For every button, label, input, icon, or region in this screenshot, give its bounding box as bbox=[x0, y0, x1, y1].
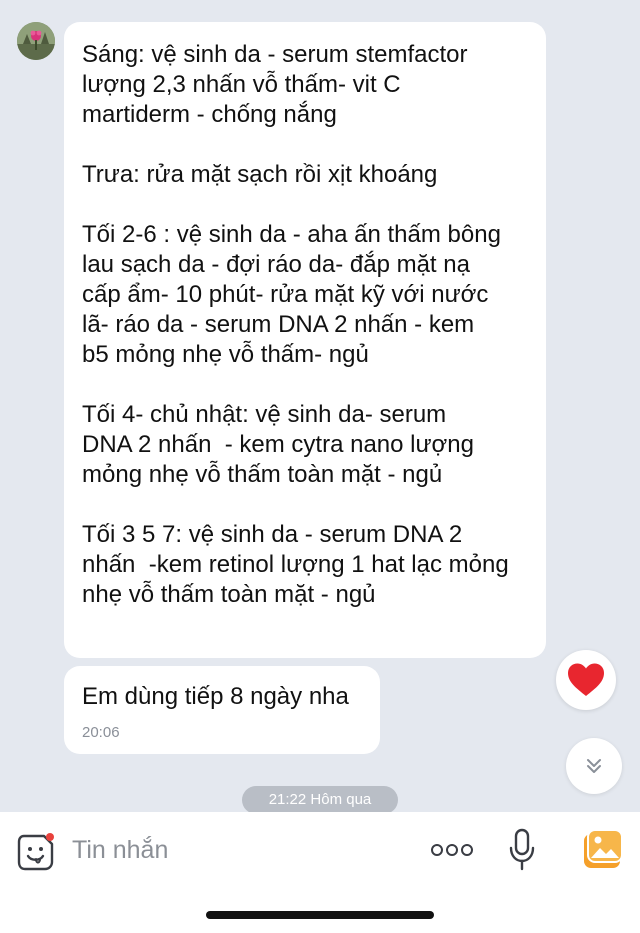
image-button[interactable] bbox=[582, 828, 624, 872]
heart-icon bbox=[568, 663, 604, 696]
more-button[interactable] bbox=[430, 838, 474, 862]
chevron-double-down-icon bbox=[587, 759, 601, 773]
message-bubble[interactable]: Sáng: vệ sinh da - serum stemfactor lượn… bbox=[64, 22, 546, 658]
message-paragraph: Sáng: vệ sinh da - serum stemfactor lượn… bbox=[82, 41, 468, 128]
mic-icon bbox=[509, 828, 535, 871]
message-paragraph: Trưa: rửa mặt sạch rồi xịt khoáng bbox=[82, 161, 438, 188]
avatar-image bbox=[17, 22, 55, 60]
message-paragraph: Tối 4- chủ nhật: vệ sinh da- serum DNA 2… bbox=[82, 401, 474, 488]
message-bubble[interactable]: Em dùng tiếp 8 ngày nha 20:06 bbox=[64, 666, 380, 754]
reaction-button[interactable] bbox=[556, 650, 616, 710]
message-paragraph: Tối 3 5 7: vệ sinh da - serum DNA 2 nhấn… bbox=[82, 521, 509, 608]
chat-area: Sáng: vệ sinh da - serum stemfactor lượn… bbox=[0, 0, 640, 814]
home-indicator bbox=[206, 911, 434, 919]
date-divider: 21:22 Hôm qua bbox=[242, 786, 398, 814]
scroll-to-bottom-button[interactable] bbox=[566, 738, 622, 794]
message-input-bar: Tin nhắn bbox=[0, 812, 640, 933]
message-paragraph: Tối 2-6 : vệ sinh da - aha ấn thấm bông … bbox=[82, 221, 501, 368]
image-icon bbox=[584, 829, 623, 868]
voice-button[interactable] bbox=[508, 828, 536, 872]
message-input[interactable]: Tin nhắn bbox=[72, 832, 168, 868]
avatar[interactable] bbox=[17, 22, 55, 60]
sticker-icon bbox=[17, 833, 54, 871]
more-icon bbox=[431, 844, 473, 856]
sticker-button[interactable] bbox=[16, 832, 56, 872]
message-text: Em dùng tiếp 8 ngày nha bbox=[82, 683, 349, 710]
message-timestamp: 20:06 bbox=[82, 724, 120, 741]
